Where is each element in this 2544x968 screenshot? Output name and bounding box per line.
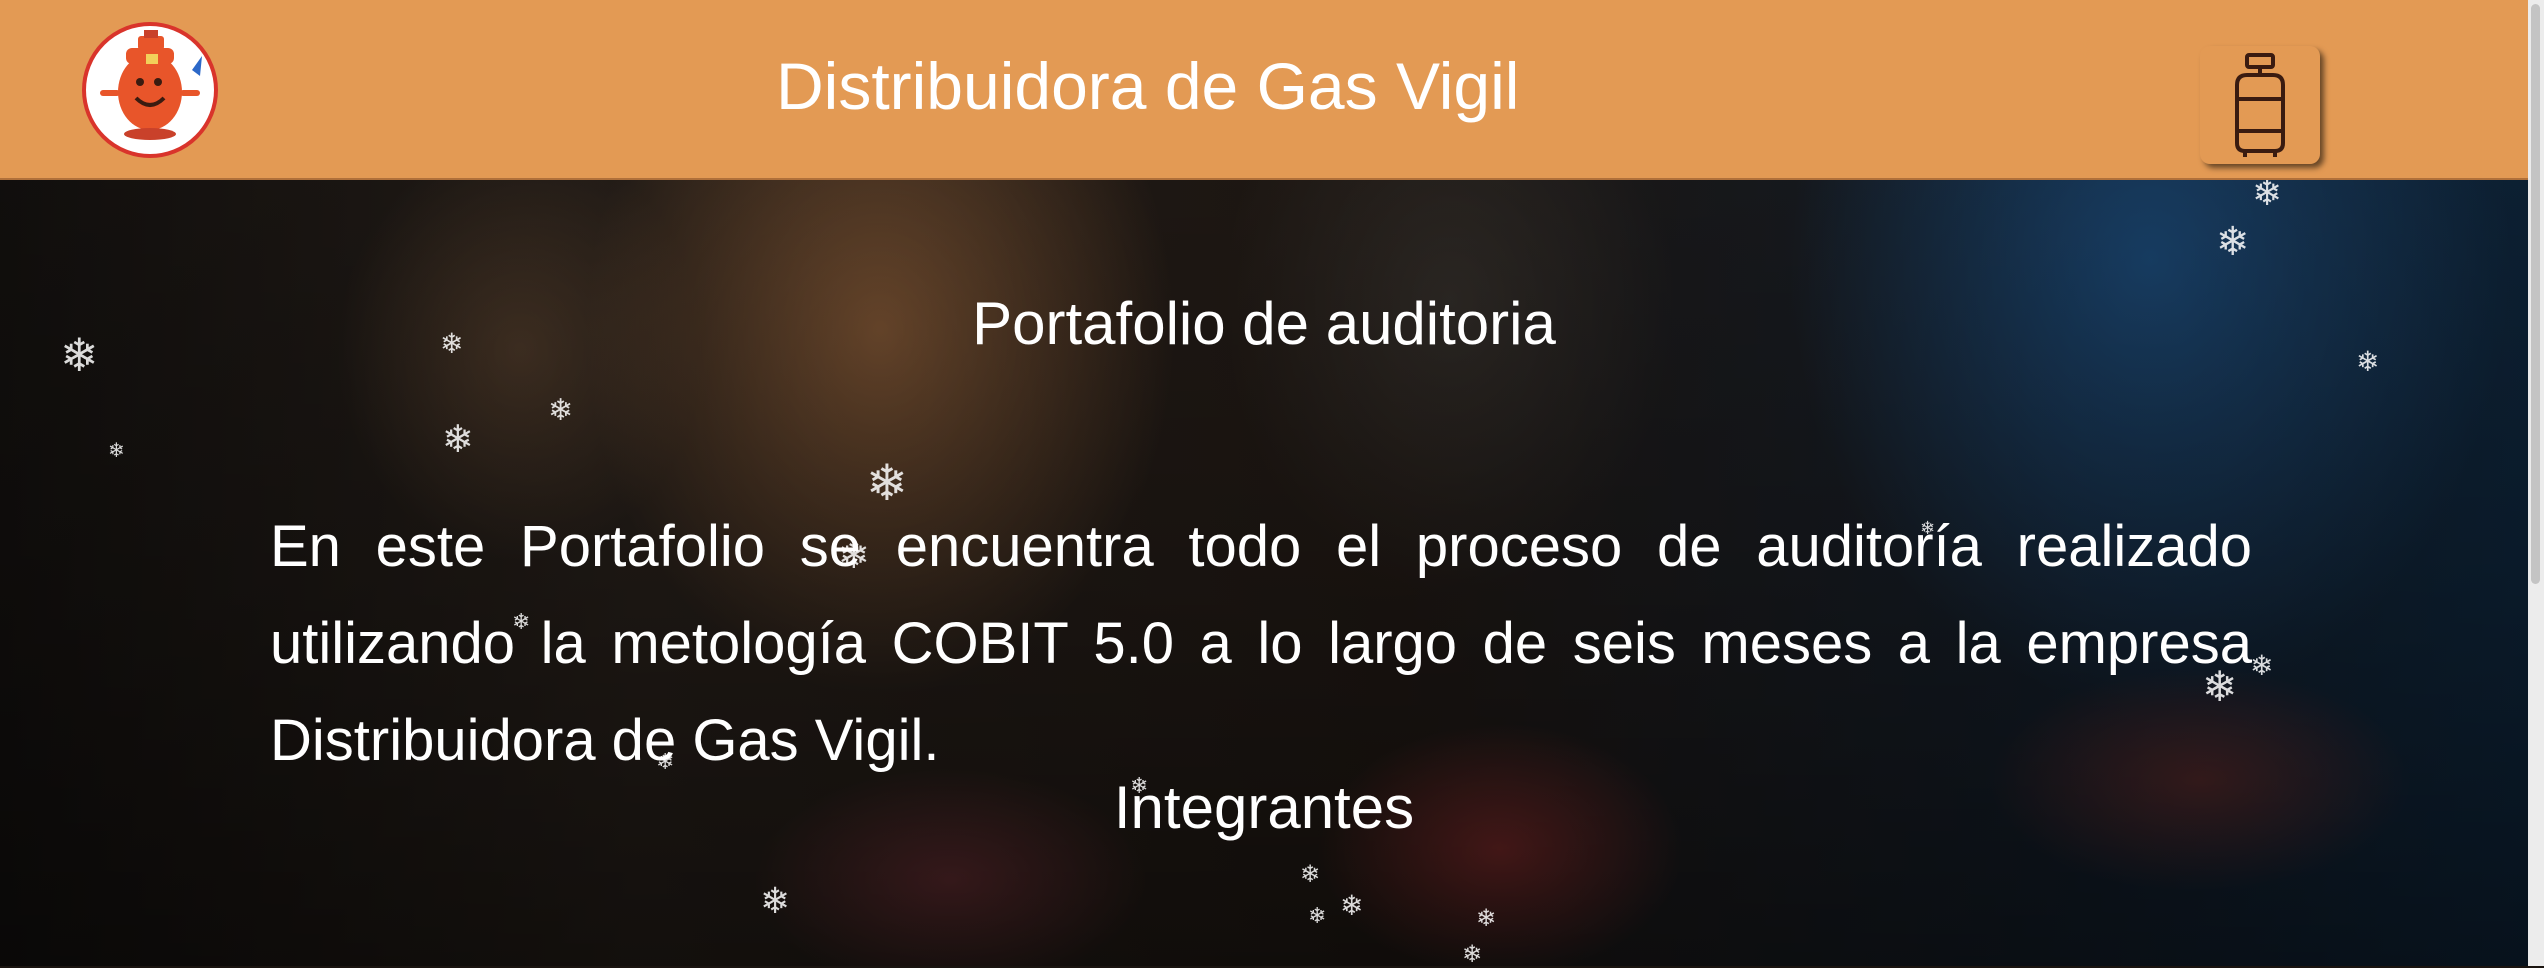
- gas-cylinder-button[interactable]: [2200, 46, 2320, 164]
- snowflake-icon: ❄: [2252, 173, 2283, 214]
- top-navbar: Distribuidora de Gas Vigil: [0, 0, 2528, 180]
- snowflake-icon: ❄: [2216, 219, 2250, 265]
- snowflake-icon: ❄: [1308, 904, 1327, 929]
- site-title: Distribuidora de Gas Vigil: [776, 49, 1520, 123]
- gas-mascot-icon: [100, 30, 202, 140]
- snowflake-icon: ❄: [2250, 649, 2274, 682]
- snowflake-icon: ❄: [108, 438, 125, 462]
- members-heading: Integrantes: [1113, 774, 1415, 841]
- snowflake-icon: ❄: [1476, 904, 1497, 932]
- snowflake-icon: ❄: [1462, 940, 1483, 968]
- snowflake-icon: ❄: [1300, 860, 1321, 888]
- brand-logo[interactable]: [82, 22, 218, 158]
- snowflake-icon: ❄: [442, 417, 474, 461]
- gas-cylinder-icon: [2235, 53, 2285, 157]
- page-heading: Portafolio de auditoria: [972, 290, 1556, 357]
- snowflake-icon: ❄: [1340, 889, 1364, 922]
- scrollbar-thumb[interactable]: [2531, 4, 2540, 584]
- intro-paragraph: En este Portafolio se encuentra todo el …: [270, 514, 2252, 773]
- snowflake-icon: ❄: [548, 393, 574, 428]
- snowflake-icon: ❄: [760, 881, 791, 922]
